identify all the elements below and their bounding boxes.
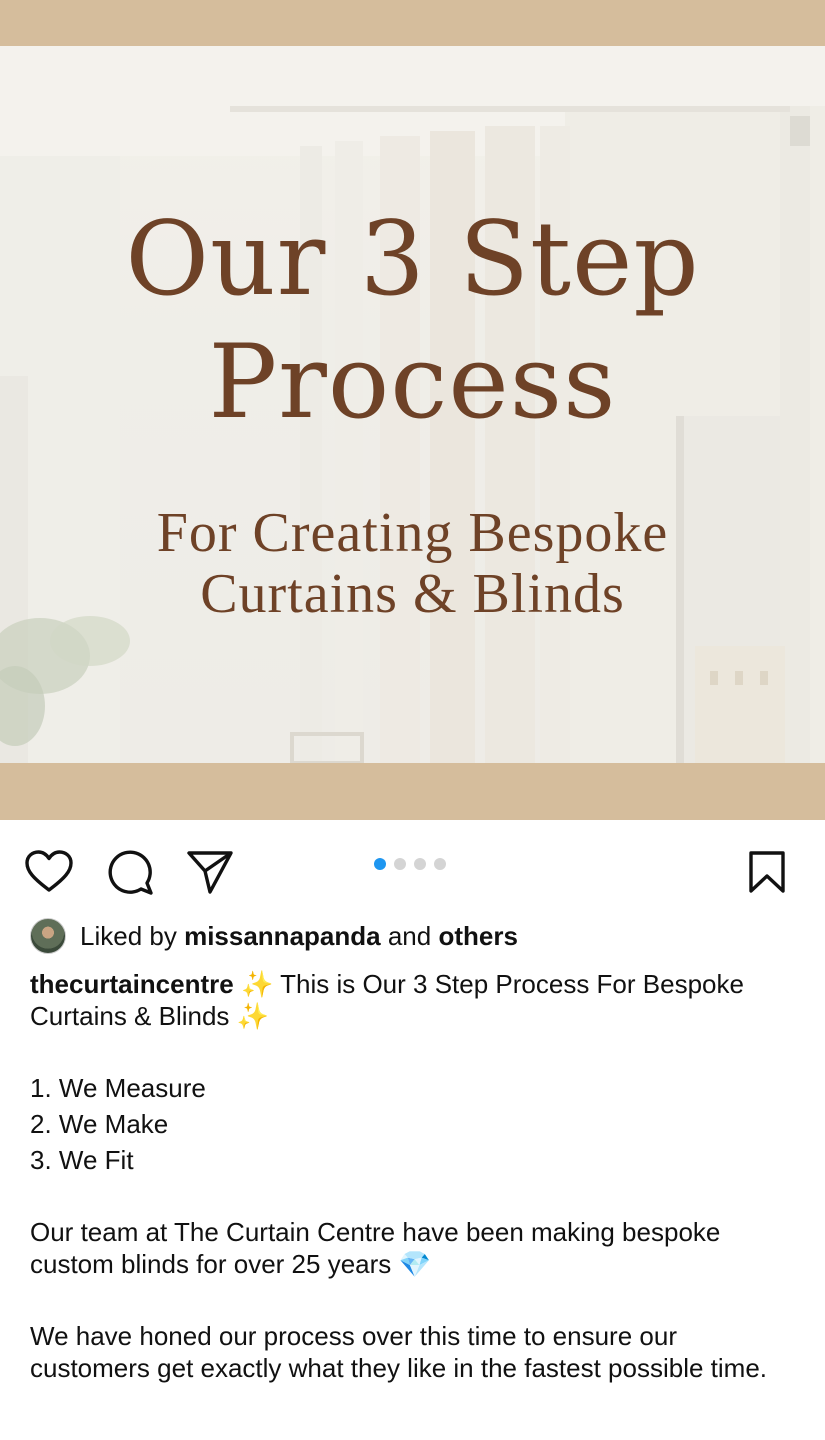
heart-icon [25,850,73,892]
caption-step: 1. We Measure [30,1073,206,1103]
post-subheadline-line2: Curtains & Blinds [200,563,625,625]
post-caption: thecurtaincentre ✨ This is Our 3 Step Pr… [30,968,800,1384]
caption-paragraph-1-text: Our team at The Curtain Centre have been… [30,1217,721,1279]
post-image[interactable]: Our 3 Step Process For Creating Bespoke … [0,0,825,820]
likes-others-link[interactable]: others [438,921,517,952]
post-subheadline-line1: For Creating Bespoke [156,502,669,564]
likes-and: and [387,920,432,951]
caption-paragraph-1: Our team at The Curtain Centre have been… [30,1216,800,1280]
gem-emoji: 💎 [398,1249,431,1279]
caption-username[interactable]: thecurtaincentre [30,969,234,999]
caption-step: 3. We Fit [30,1145,134,1175]
liker-username[interactable]: missannapanda [184,921,381,952]
likes-row[interactable]: Liked by missannapanda and others [30,918,518,954]
carousel-indicator [374,858,446,870]
save-button[interactable] [742,847,792,897]
carousel-dot [434,858,446,870]
share-button[interactable] [185,847,235,897]
caption-intro: thecurtaincentre ✨ This is Our 3 Step Pr… [30,968,800,1032]
carousel-dot-active [374,858,386,870]
post-headline-line1: Our 3 Step [125,200,700,319]
liker-avatar[interactable] [30,918,66,954]
sparkles-emoji: ✨ [236,1001,270,1031]
like-button[interactable] [24,847,74,897]
sparkles-emoji: ✨ [240,969,274,999]
carousel-dot [414,858,426,870]
caption-step: 2. We Make [30,1109,169,1139]
comment-button[interactable] [105,847,155,897]
send-icon [187,851,233,894]
liked-by-label: Liked by [80,920,177,951]
post-headline-line2: Process [208,323,617,442]
carousel-dot [394,858,406,870]
caption-paragraph-2: We have honed our process over this time… [30,1321,768,1383]
bookmark-icon [749,851,785,893]
comment-icon [108,850,153,895]
